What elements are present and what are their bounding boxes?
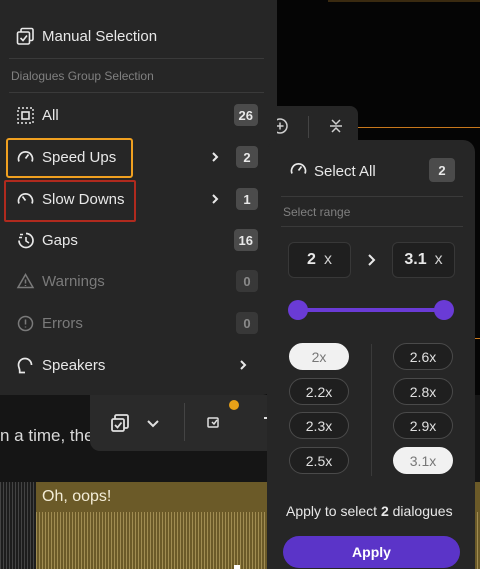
speaker-icon <box>16 356 35 375</box>
replace-icon[interactable] <box>204 412 226 434</box>
apply-suffix: dialogues <box>392 503 453 519</box>
select-all-label: Select All <box>314 163 376 180</box>
count-badge: 1 <box>236 188 258 210</box>
chevron-right-icon <box>208 147 222 167</box>
range-max-value: 3.1 <box>404 251 427 268</box>
group-title: Dialogues Group Selection <box>11 69 154 83</box>
range-slider-track[interactable] <box>298 308 445 312</box>
selection-toolbar <box>90 395 280 451</box>
chevron-right-icon <box>236 355 250 375</box>
speed-chip[interactable]: 2.9x <box>393 412 453 439</box>
count-badge: 2 <box>236 146 258 168</box>
range-label: Select range <box>283 205 351 219</box>
speedometer-icon <box>289 160 308 183</box>
selection-menu: Manual Selection Dialogues Group Selecti… <box>0 0 277 395</box>
highlight-box <box>4 180 136 222</box>
chevron-down-icon[interactable] <box>142 412 164 434</box>
menu-item-gaps[interactable]: Gaps 16 <box>4 221 262 259</box>
toolbar-divider <box>184 403 185 441</box>
transcript-text: n a time, the <box>0 426 94 445</box>
menu-item-label: Warnings <box>42 272 105 290</box>
chip-column-divider <box>371 344 372 476</box>
speed-chip[interactable]: 2.8x <box>393 378 453 405</box>
chevron-right-icon <box>208 189 222 209</box>
manual-selection-item[interactable]: Manual Selection <box>4 17 262 55</box>
range-slider-max-handle[interactable] <box>434 300 454 320</box>
range-unit: x <box>434 251 443 268</box>
menu-item-speakers[interactable]: Speakers <box>4 346 262 384</box>
dialogue-label: Oh, oops! <box>42 488 112 505</box>
menu-item-label: All <box>42 106 59 124</box>
speed-ups-submenu: Select All 2 Select range 2 x 3.1 x 2x 2… <box>267 140 475 569</box>
multi-select-icon[interactable] <box>110 412 132 434</box>
menu-item-label: Gaps <box>42 231 78 249</box>
speed-chip[interactable]: 2.6x <box>393 343 453 370</box>
toolbar-divider <box>308 116 309 138</box>
speed-chip[interactable]: 2x <box>289 343 349 370</box>
menu-item-label: Errors <box>42 314 83 332</box>
error-icon <box>16 314 35 333</box>
select-all-row[interactable]: Select All <box>289 160 376 183</box>
speed-chip[interactable]: 2.3x <box>289 412 349 439</box>
selection-handle[interactable] <box>234 565 240 569</box>
menu-item-all[interactable]: All 26 <box>4 96 262 134</box>
highlight-box <box>6 138 133 178</box>
timeline-line <box>328 0 480 2</box>
count-badge: 26 <box>233 104 258 126</box>
warning-icon <box>16 272 35 291</box>
select-all-icon <box>16 106 35 125</box>
speed-chip[interactable]: 2.5x <box>289 447 349 474</box>
speed-chip[interactable]: 2.2x <box>289 378 349 405</box>
range-unit: x <box>323 251 332 268</box>
chevron-right-icon <box>366 252 378 268</box>
menu-divider <box>9 58 264 59</box>
apply-prefix: Apply to select <box>286 503 378 519</box>
range-max-field[interactable]: 3.1 x <box>392 242 455 278</box>
manual-selection-label: Manual Selection <box>42 27 158 45</box>
speed-chip[interactable]: 3.1x <box>393 447 453 474</box>
collapse-icon[interactable] <box>326 116 346 136</box>
count-badge: 0 <box>236 270 258 292</box>
menu-item-errors[interactable]: Errors 0 <box>4 304 262 342</box>
apply-summary: Apply to select 2 dialogues <box>286 503 453 519</box>
manual-select-icon <box>16 27 35 46</box>
timeline-marker-line <box>356 127 480 128</box>
menu-divider <box>281 196 463 197</box>
count-badge: 0 <box>236 312 258 334</box>
menu-divider <box>281 226 463 227</box>
menu-item-warnings[interactable]: Warnings 0 <box>4 262 262 300</box>
notification-dot <box>229 400 239 410</box>
waveform <box>0 482 36 569</box>
count-badge: 2 <box>429 158 455 182</box>
range-min-value: 2 <box>307 251 316 268</box>
menu-divider <box>9 92 264 93</box>
menu-item-label: Speakers <box>42 356 106 374</box>
apply-button[interactable]: Apply <box>283 536 460 568</box>
gap-clock-icon <box>16 231 35 250</box>
range-slider-min-handle[interactable] <box>288 300 308 320</box>
count-badge: 16 <box>233 229 258 251</box>
apply-count: 2 <box>380 503 389 519</box>
range-min-field[interactable]: 2 x <box>288 242 351 278</box>
